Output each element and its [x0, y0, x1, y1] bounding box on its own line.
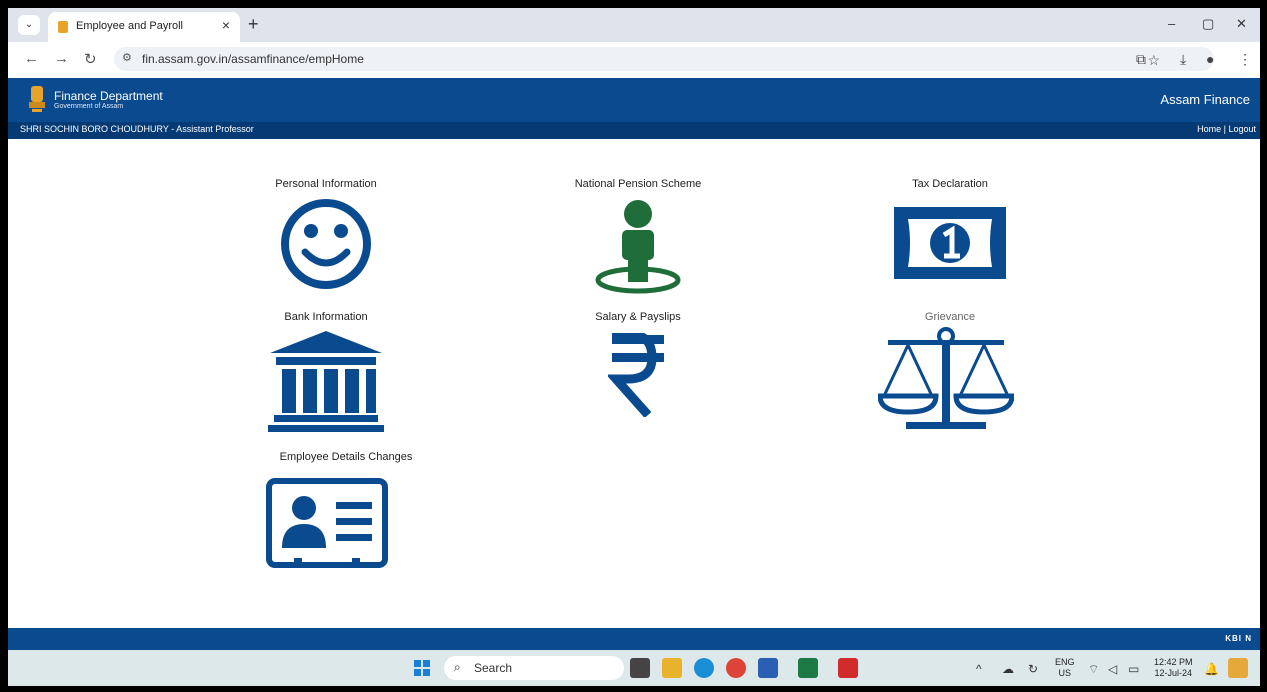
address-bar: ← → ↻ ⚙ fin.assam.gov.in/assamfinance/em…: [8, 42, 1260, 79]
tile-label: Bank Information: [284, 311, 368, 323]
close-window-icon[interactable]: ✕: [1236, 16, 1247, 32]
back-icon[interactable]: ←: [24, 50, 39, 67]
new-tab-button[interactable]: +: [248, 14, 259, 35]
user-name: SHRI SOCHIN BORO CHOUDHURY - Assistant P…: [20, 124, 254, 134]
site-header: Finance Department Government of Assam A…: [8, 78, 1260, 122]
tile-national-pension-scheme[interactable]: National Pension Scheme: [558, 178, 718, 298]
volume-icon[interactable]: ◁: [1108, 662, 1117, 676]
sync-icon[interactable]: ↻: [1028, 662, 1038, 676]
search-icon: ⌕: [454, 660, 461, 674]
tab-title: Employee and Payroll: [76, 20, 184, 32]
download-icon[interactable]: ⤓: [1180, 51, 1186, 68]
clock-date: 12-Jul-24: [1154, 668, 1193, 678]
chrome-icon[interactable]: [726, 658, 746, 678]
tray-overflow-icon[interactable]: ^: [976, 662, 982, 676]
clock[interactable]: 12:42 PM 12-Jul-24: [1154, 657, 1193, 679]
tile-salary-payslips[interactable]: Salary & Payslips: [558, 311, 718, 421]
windows-start-icon[interactable]: [414, 660, 430, 676]
language-indicator[interactable]: ENG US: [1055, 657, 1075, 679]
tile-tax-declaration[interactable]: Tax Declaration: [870, 178, 1030, 288]
task-view-icon[interactable]: [630, 658, 650, 678]
bookmark-star-icon[interactable]: ☆: [1147, 52, 1160, 69]
extensions-icon[interactable]: ⧉: [1136, 51, 1146, 68]
notification-bell-icon[interactable]: 🔔: [1204, 662, 1219, 676]
site-footer: KBI N: [8, 628, 1260, 650]
copilot-icon[interactable]: [1228, 658, 1248, 678]
taskbar-search[interactable]: ⌕ Search: [444, 656, 624, 680]
excel-icon[interactable]: [798, 658, 818, 678]
minimize-icon[interactable]: –: [1168, 16, 1175, 31]
tile-label: Grievance: [924, 311, 976, 323]
browser-tab[interactable]: Employee and Payroll ×: [48, 12, 240, 42]
url-text: fin.assam.gov.in/assamfinance/empHome: [142, 52, 364, 66]
top-links: Home | Logout: [1197, 124, 1256, 134]
tile-label: Personal Information: [275, 178, 377, 190]
tile-personal-information[interactable]: Personal Information: [246, 178, 406, 293]
battery-icon[interactable]: ▭: [1128, 662, 1139, 676]
onedrive-icon[interactable]: ☁: [1002, 662, 1014, 676]
dept-subtitle: Government of Assam: [54, 103, 124, 110]
banknote-icon: [894, 207, 1006, 279]
search-placeholder: Search: [474, 661, 513, 675]
tile-bank-information[interactable]: Bank Information: [246, 311, 406, 436]
clock-time: 12:42 PM: [1154, 657, 1193, 667]
user-bar: SHRI SOCHIN BORO CHOUDHURY - Assistant P…: [8, 122, 1260, 139]
edge-icon[interactable]: [694, 658, 714, 678]
menu-icon[interactable]: ⋮: [1238, 51, 1252, 68]
tile-label: National Pension Scheme: [574, 178, 702, 190]
smiley-icon: [281, 199, 371, 289]
scales-icon: [878, 327, 1014, 429]
tile-label: Salary & Payslips: [595, 311, 681, 323]
tile-grievance[interactable]: Grievance: [870, 311, 1030, 436]
tile-employee-details-changes[interactable]: Employee Details Changes: [256, 451, 436, 571]
forward-icon[interactable]: →: [54, 50, 69, 67]
profile-avatar-icon[interactable]: ●: [1206, 51, 1214, 67]
dept-title: Finance Department: [54, 89, 163, 103]
word-icon[interactable]: [758, 658, 778, 678]
tab-strip: ⌄ Employee and Payroll × + – ▢ ✕: [8, 8, 1260, 42]
favicon-icon: [58, 21, 68, 33]
id-card-icon: [266, 478, 388, 568]
wifi-icon[interactable]: ⌔: [1088, 662, 1099, 677]
tab-close-icon[interactable]: ×: [222, 17, 230, 33]
tile-label: Employee Details Changes: [279, 451, 413, 463]
url-input[interactable]: ⚙ fin.assam.gov.in/assamfinance/empHome: [114, 47, 1214, 71]
logout-link[interactable]: Logout: [1228, 124, 1256, 134]
tile-label: Tax Declaration: [912, 178, 988, 190]
bank-icon: [268, 331, 384, 432]
file-explorer-icon[interactable]: [662, 658, 682, 678]
person-location-icon: [595, 200, 681, 294]
reload-icon[interactable]: ↻: [84, 50, 97, 68]
brand-title: Assam Finance: [1160, 92, 1250, 107]
home-link[interactable]: Home: [1197, 124, 1221, 134]
footer-logo: KBI N: [1225, 634, 1252, 643]
lang-code: ENG: [1055, 657, 1075, 667]
tab-search-icon[interactable]: ⌄: [18, 15, 40, 35]
restore-icon[interactable]: ▢: [1202, 16, 1214, 32]
browser-window: ⌄ Employee and Payroll × + – ▢ ✕ ← → ↻ ⚙…: [8, 8, 1260, 686]
link-separator: |: [1223, 124, 1226, 134]
region-code: US: [1058, 668, 1072, 678]
site-info-icon[interactable]: ⚙: [122, 51, 132, 64]
emblem-icon: [29, 86, 45, 112]
rupee-icon: [608, 333, 664, 417]
acrobat-icon[interactable]: [838, 658, 858, 678]
taskbar: ⌕ Search ^ ☁ ↻ ENG US ⌔ ◁ ▭ 12:42 PM 12-…: [8, 650, 1260, 686]
